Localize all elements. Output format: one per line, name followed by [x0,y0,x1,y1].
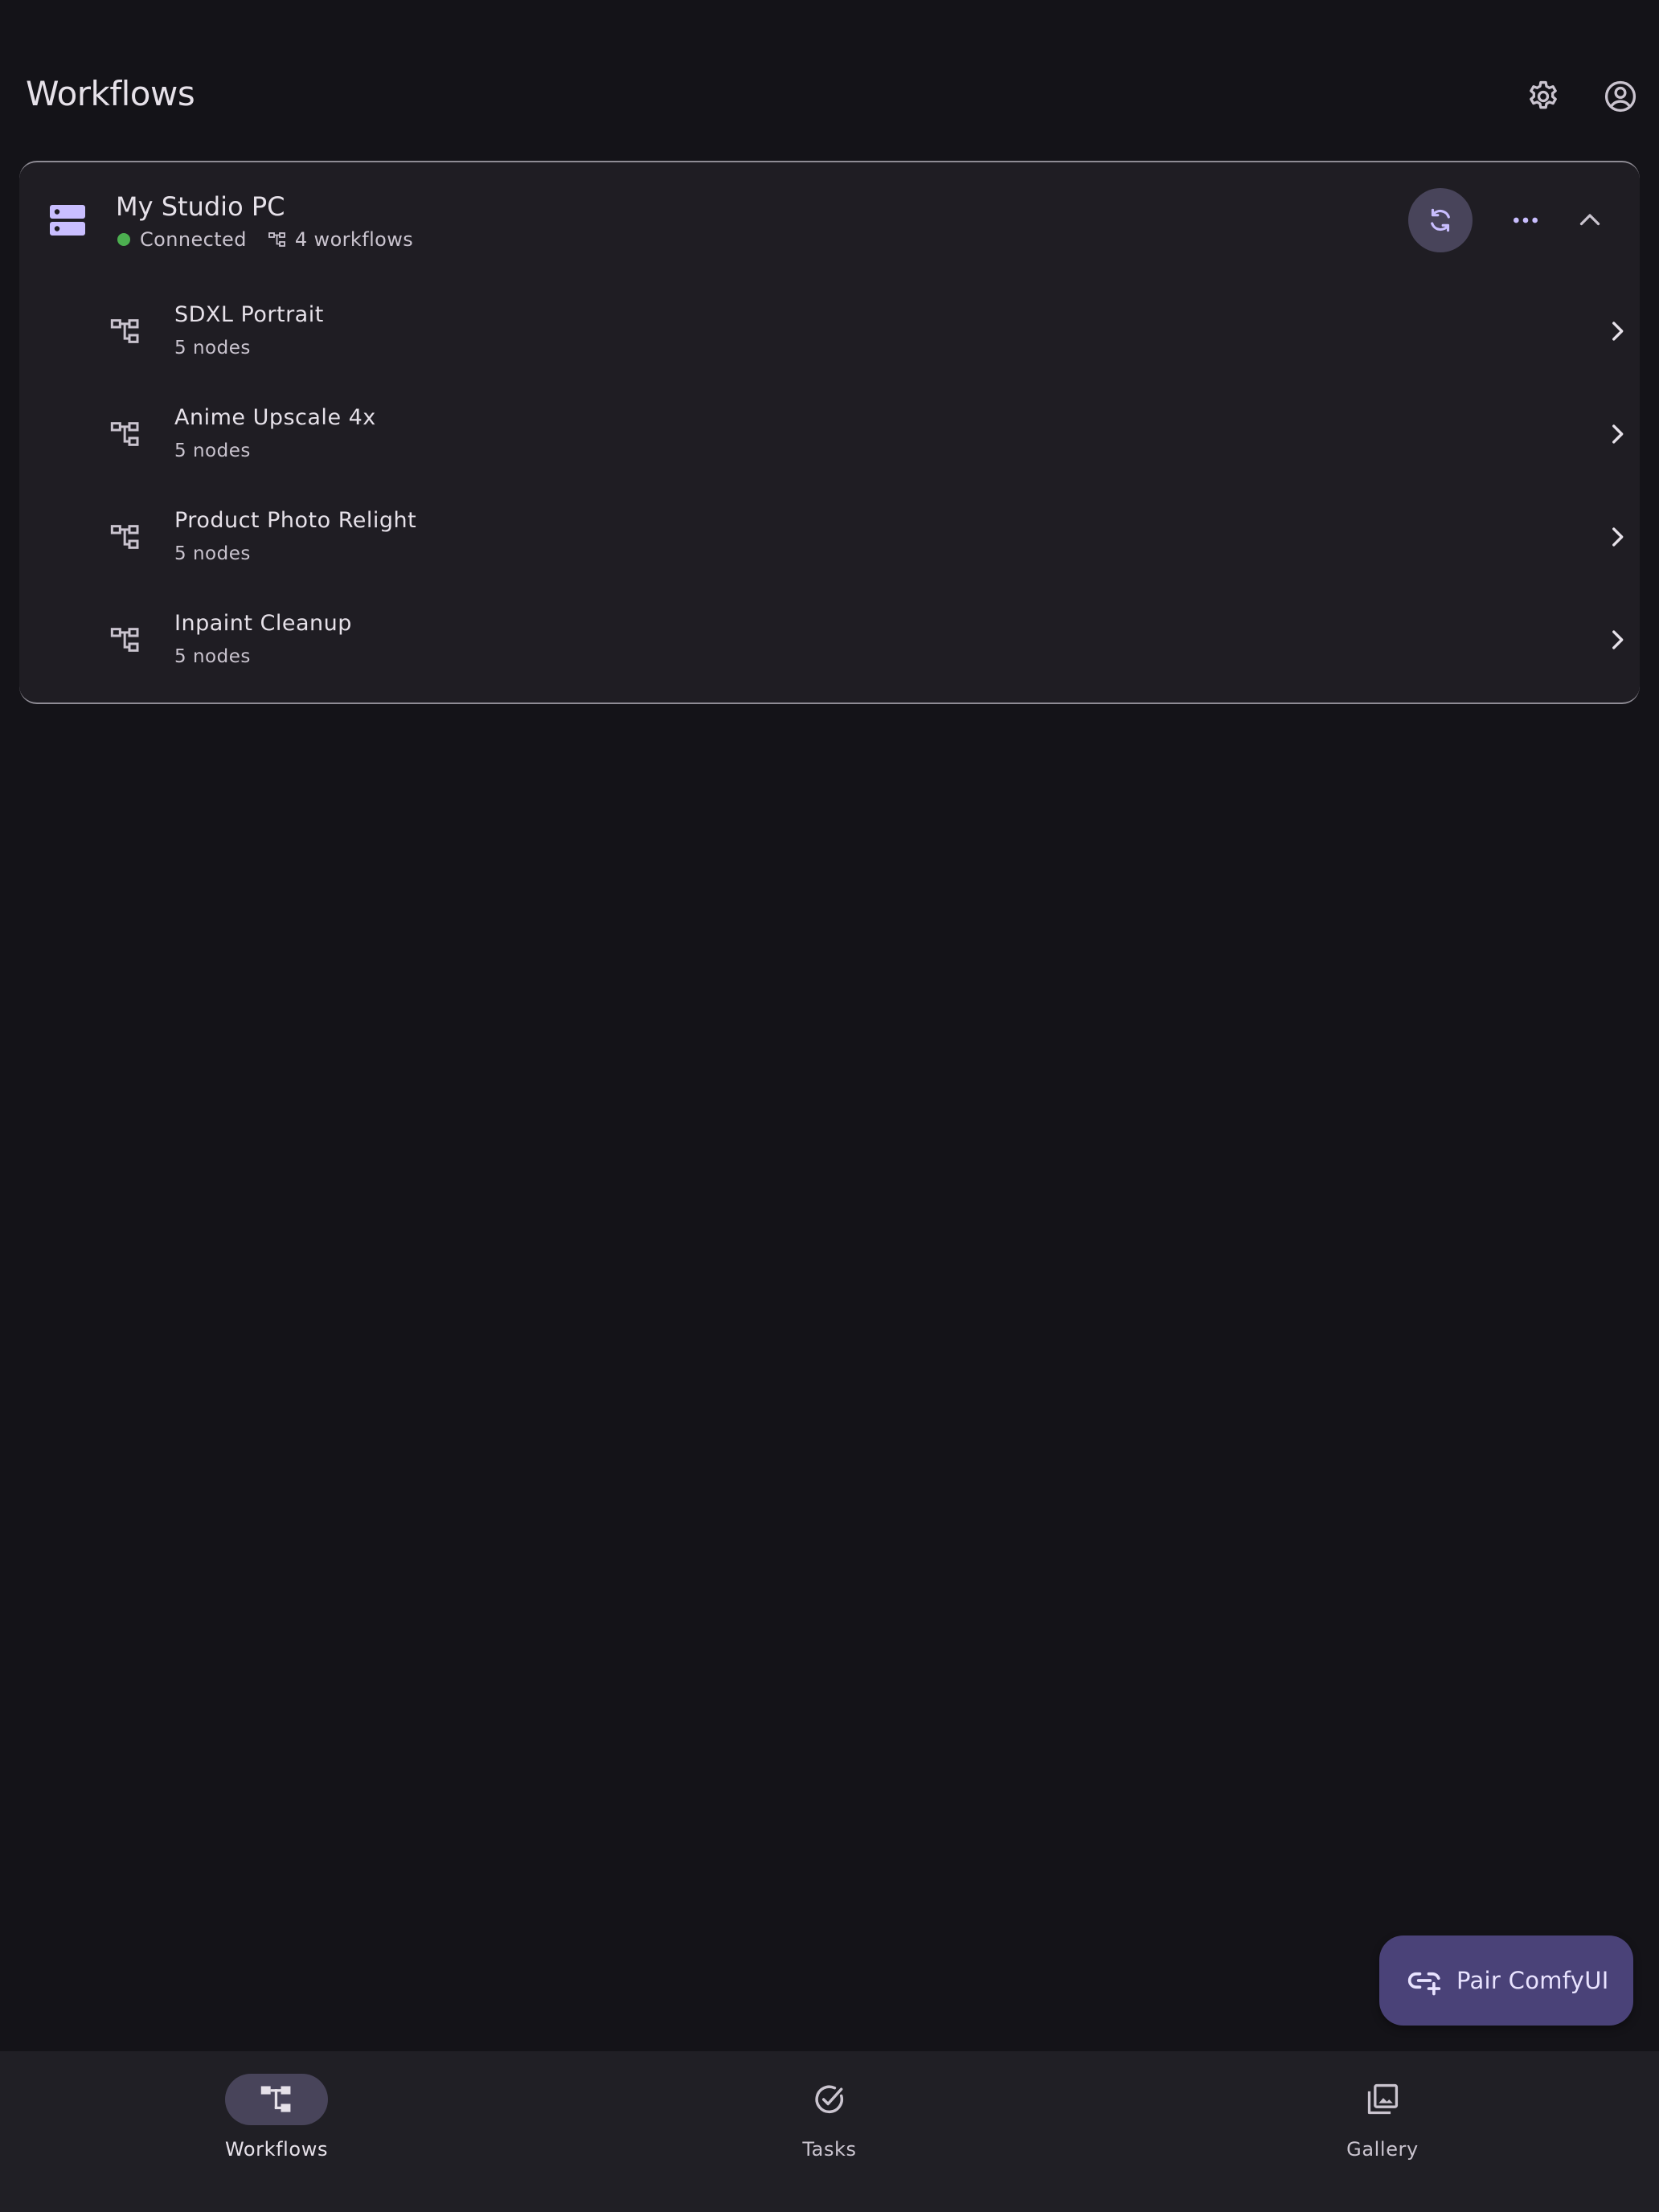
nav-label-gallery: Gallery [1346,2138,1419,2161]
refresh-icon [1431,208,1450,232]
workflow-node-count: 5 nodes [174,440,251,461]
workflow-node-count: 5 nodes [174,646,251,667]
server-icon [50,205,85,236]
top-app-bar: Workflows [0,0,1659,161]
nav-item-gallery[interactable]: Gallery [1286,2071,1479,2167]
refresh-button[interactable] [1408,188,1473,252]
workflow-icon [260,2086,291,2112]
workflow-name: Product Photo Relight [174,508,417,533]
workflow-icon [110,422,139,446]
add-link-icon [1407,1963,1442,1998]
workflow-name: Inpaint Cleanup [174,611,352,636]
gallery-icon [1367,2083,1399,2115]
workflow-count-icon [268,230,287,249]
workflow-node-count: 5 nodes [174,543,251,564]
workflow-name: SDXL Portrait [174,302,324,327]
chevron-up-icon [1579,214,1600,226]
check-circle-icon [815,2085,843,2114]
workflow-icon [110,525,139,549]
chevron-right-icon [1601,521,1633,553]
page-title: Workflows [26,74,195,113]
nav-active-indicator [225,2074,328,2125]
workflow-icon [110,628,139,652]
workflow-count: 4 workflows [294,228,414,251]
account-circle-icon [1604,80,1636,113]
nav-label-workflows: Workflows [224,2138,329,2161]
server-header[interactable]: My Studio PC Connected 4 workflows [19,162,1640,280]
workflow-item[interactable]: Inpaint Cleanup 5 nodes [19,592,1640,694]
nav-item-tasks[interactable]: Tasks [733,2071,926,2167]
status-dot [117,233,130,246]
nav-label-tasks: Tasks [802,2138,857,2161]
fab-label: Pair ComfyUI [1456,1967,1609,1994]
pair-comfyui-button[interactable]: Pair ComfyUI [1379,1936,1633,2026]
server-card: My Studio PC Connected 4 workflows SDXL … [19,161,1640,704]
settings-button[interactable] [1521,74,1566,119]
workflow-item[interactable]: Anime Upscale 4x 5 nodes [19,386,1640,489]
workflow-item[interactable]: Product Photo Relight 5 nodes [19,489,1640,592]
collapse-button[interactable] [1567,198,1612,243]
nav-item-workflows[interactable]: Workflows [180,2071,373,2167]
workflow-list: SDXL Portrait 5 nodes Anime Upscale 4x 5… [19,283,1640,694]
more-horizontal-icon [1514,217,1538,223]
chevron-right-icon [1601,624,1633,656]
workflow-icon [110,319,139,343]
chevron-right-icon [1601,418,1633,450]
bottom-navigation: Workflows Tasks Gallery [0,2051,1659,2212]
workflow-name: Anime Upscale 4x [174,405,376,430]
gear-icon [1530,80,1557,109]
chevron-right-icon [1601,315,1633,347]
more-options-button[interactable] [1503,198,1548,243]
server-name: My Studio PC [116,191,285,222]
connection-status: Connected [140,228,247,251]
server-meta: Connected 4 workflows [117,228,413,251]
account-button[interactable] [1598,74,1643,119]
workflow-node-count: 5 nodes [174,338,251,358]
workflow-item[interactable]: SDXL Portrait 5 nodes [19,283,1640,386]
